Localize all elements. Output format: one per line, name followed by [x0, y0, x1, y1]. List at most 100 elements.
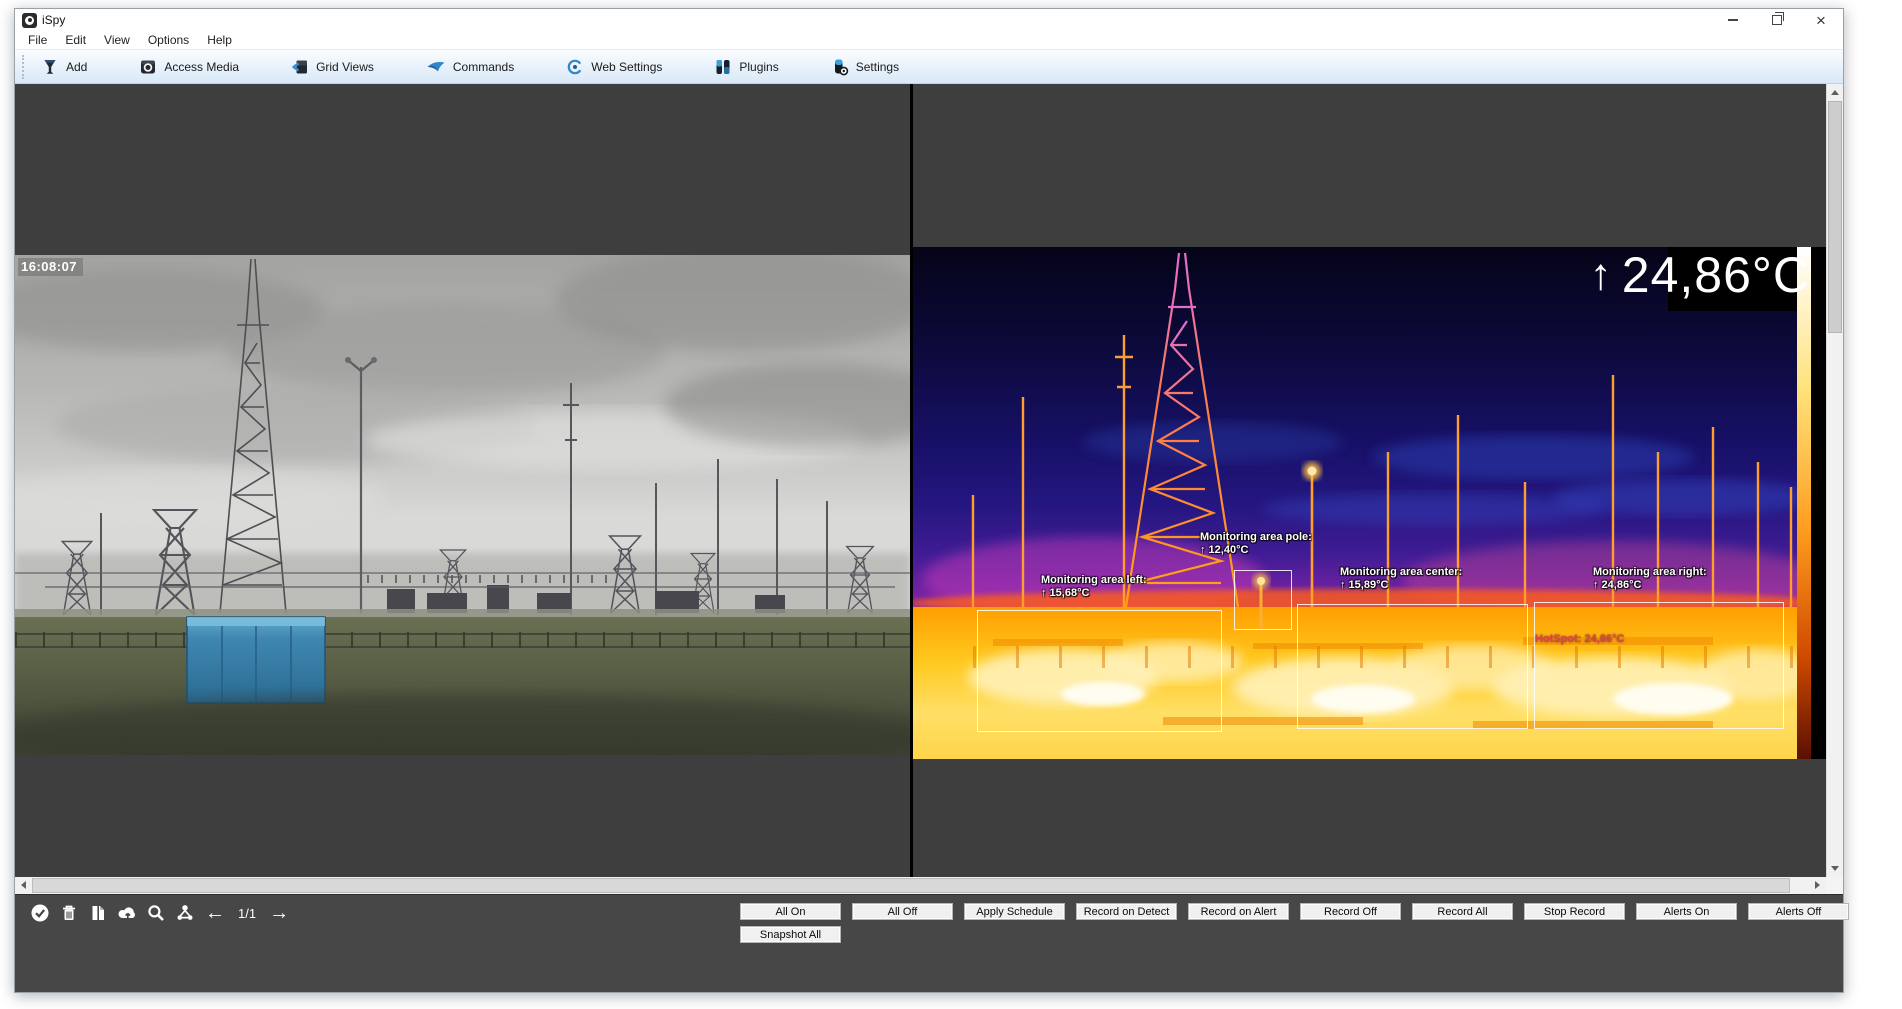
timestamp-overlay: 16:08:07: [18, 258, 83, 276]
toolbar-access-media-button[interactable]: Access Media: [135, 55, 243, 79]
all-on-button[interactable]: All On: [740, 903, 841, 920]
toolbar-commands-button[interactable]: Commands: [422, 55, 518, 79]
region-temp: ↑ 12,40°C: [1200, 544, 1312, 557]
toolbar-label: Grid Views: [316, 60, 374, 74]
title-bar: iSpy ×: [15, 9, 1843, 31]
menu-edit[interactable]: Edit: [56, 33, 95, 47]
close-button[interactable]: ×: [1799, 9, 1843, 31]
monitoring-label-left: Monitoring area left: ↑ 15,68°C: [1041, 574, 1147, 600]
menu-help[interactable]: Help: [198, 33, 241, 47]
menu-file[interactable]: File: [19, 33, 56, 47]
horizontal-scroll-thumb[interactable]: [32, 878, 1790, 893]
monitoring-label-pole: Monitoring area pole: ↑ 12,40°C: [1200, 531, 1312, 557]
monitoring-box-pole: [1234, 570, 1292, 630]
toolbar-plugins-button[interactable]: Plugins: [710, 55, 782, 79]
hotspot-crosshair-icon: [1576, 665, 1826, 877]
monitoring-box-left: [977, 610, 1222, 732]
up-arrow-icon: ↑: [1590, 247, 1612, 303]
ispy-window: iSpy × File Edit View Options Help Add A…: [14, 8, 1844, 993]
vertical-scroll-thumb[interactable]: [1828, 101, 1842, 333]
add-icon: [41, 58, 59, 76]
menu-view[interactable]: View: [95, 33, 139, 47]
previous-page-button[interactable]: ←: [203, 902, 227, 924]
toolbar-label: Add: [66, 60, 87, 74]
region-temp: ↑ 15,89°C: [1340, 579, 1462, 592]
toolbar: Add Access Media Grid Views Commands Web…: [15, 49, 1843, 84]
region-name: Monitoring area left:: [1041, 574, 1147, 587]
minimize-icon: [1728, 19, 1738, 21]
quick-action-icons: ← 1/1 →: [29, 902, 291, 924]
region-temp: ↑ 24,86°C: [1593, 579, 1707, 592]
record-on-alert-button[interactable]: Record on Alert: [1188, 903, 1289, 920]
hotspot-label: HotSpot: 24,86°C: [1535, 633, 1624, 645]
scroll-down-button[interactable]: [1827, 860, 1843, 877]
substation-scene-graphic: [15, 255, 910, 755]
apply-schedule-button[interactable]: Apply Schedule: [964, 903, 1065, 920]
stop-record-button[interactable]: Stop Record: [1524, 903, 1625, 920]
chevron-down-icon: [1831, 866, 1839, 871]
window-title: iSpy: [42, 13, 65, 27]
cloud-upload-icon: [117, 903, 138, 923]
connections-button[interactable]: [174, 902, 196, 924]
spot-max-temperature: ↑ 24,86°C: [1590, 247, 1810, 303]
command-buttons-row-1: All On All Off Apply Schedule Record on …: [740, 903, 1849, 920]
alerts-off-button[interactable]: Alerts Off: [1748, 903, 1849, 920]
horizontal-scrollbar[interactable]: [15, 877, 1826, 894]
vertical-scrollbar[interactable]: [1826, 84, 1843, 877]
scroll-left-button[interactable]: [15, 877, 32, 893]
alerts-on-button[interactable]: Alerts On: [1636, 903, 1737, 920]
camera-panel-visible[interactable]: 16:08:07: [15, 84, 910, 877]
visible-camera-feed[interactable]: 16:08:07: [15, 255, 910, 755]
toolbar-label: Access Media: [164, 60, 239, 74]
toolbar-label: Settings: [856, 60, 899, 74]
toolbar-grip[interactable]: [22, 55, 27, 79]
monitoring-label-center: Monitoring area center: ↑ 15,89°C: [1340, 566, 1462, 592]
region-name: Monitoring area center:: [1340, 566, 1462, 579]
records-button[interactable]: [87, 902, 109, 924]
toolbar-label: Plugins: [739, 60, 778, 74]
access-media-icon: [139, 58, 157, 76]
snapshot-all-button[interactable]: Snapshot All: [740, 926, 841, 943]
spot-max-value: 24,86°C: [1622, 247, 1810, 303]
horizontal-scrollbar-row: [15, 877, 1843, 894]
menu-options[interactable]: Options: [139, 33, 198, 47]
commands-icon: [426, 58, 446, 76]
all-off-button[interactable]: All Off: [852, 903, 953, 920]
camera-panel-thermal[interactable]: ↑ 24,86°C Monitoring area left: ↑ 15,68°…: [913, 84, 1826, 877]
monitoring-box-center: [1297, 604, 1528, 729]
chevron-left-icon: [21, 881, 26, 889]
record-off-button[interactable]: Record Off: [1300, 903, 1401, 920]
ispy-logo-icon: [22, 13, 37, 28]
delete-button[interactable]: [58, 902, 80, 924]
check-circle-button[interactable]: [29, 902, 51, 924]
scroll-right-button[interactable]: [1809, 877, 1826, 893]
toolbar-web-settings-button[interactable]: Web Settings: [562, 55, 666, 79]
scroll-up-button[interactable]: [1827, 84, 1843, 101]
web-settings-icon: [566, 58, 584, 76]
next-page-button[interactable]: →: [267, 902, 291, 924]
restore-icon: [1772, 15, 1782, 25]
book-icon: [88, 903, 108, 923]
record-on-detect-button[interactable]: Record on Detect: [1076, 903, 1177, 920]
record-all-button[interactable]: Record All: [1412, 903, 1513, 920]
region-name: Monitoring area pole:: [1200, 531, 1312, 544]
restore-button[interactable]: [1755, 9, 1799, 31]
menu-bar: File Edit View Options Help: [15, 31, 1843, 49]
toolbar-grid-views-button[interactable]: Grid Views: [287, 55, 378, 79]
minimize-button[interactable]: [1711, 9, 1755, 31]
search-button[interactable]: [145, 902, 167, 924]
chevron-up-icon: [1831, 90, 1839, 95]
toolbar-label: Web Settings: [591, 60, 662, 74]
cloud-upload-button[interactable]: [116, 902, 138, 924]
toolbar-label: Commands: [453, 60, 514, 74]
search-icon: [146, 903, 166, 923]
network-icon: [175, 903, 195, 923]
toolbar-add-button[interactable]: Add: [37, 55, 91, 79]
scrollbar-corner: [1826, 877, 1843, 894]
monitoring-label-right: Monitoring area right: ↑ 24,86°C: [1593, 566, 1707, 592]
chevron-right-icon: [1815, 881, 1820, 889]
bottom-control-bar: ← 1/1 → All On All Off Apply Schedule Re…: [15, 894, 1843, 992]
page-indicator: 1/1: [234, 906, 260, 921]
toolbar-settings-button[interactable]: Settings: [827, 55, 903, 79]
thermal-camera-feed[interactable]: ↑ 24,86°C Monitoring area left: ↑ 15,68°…: [913, 247, 1826, 759]
